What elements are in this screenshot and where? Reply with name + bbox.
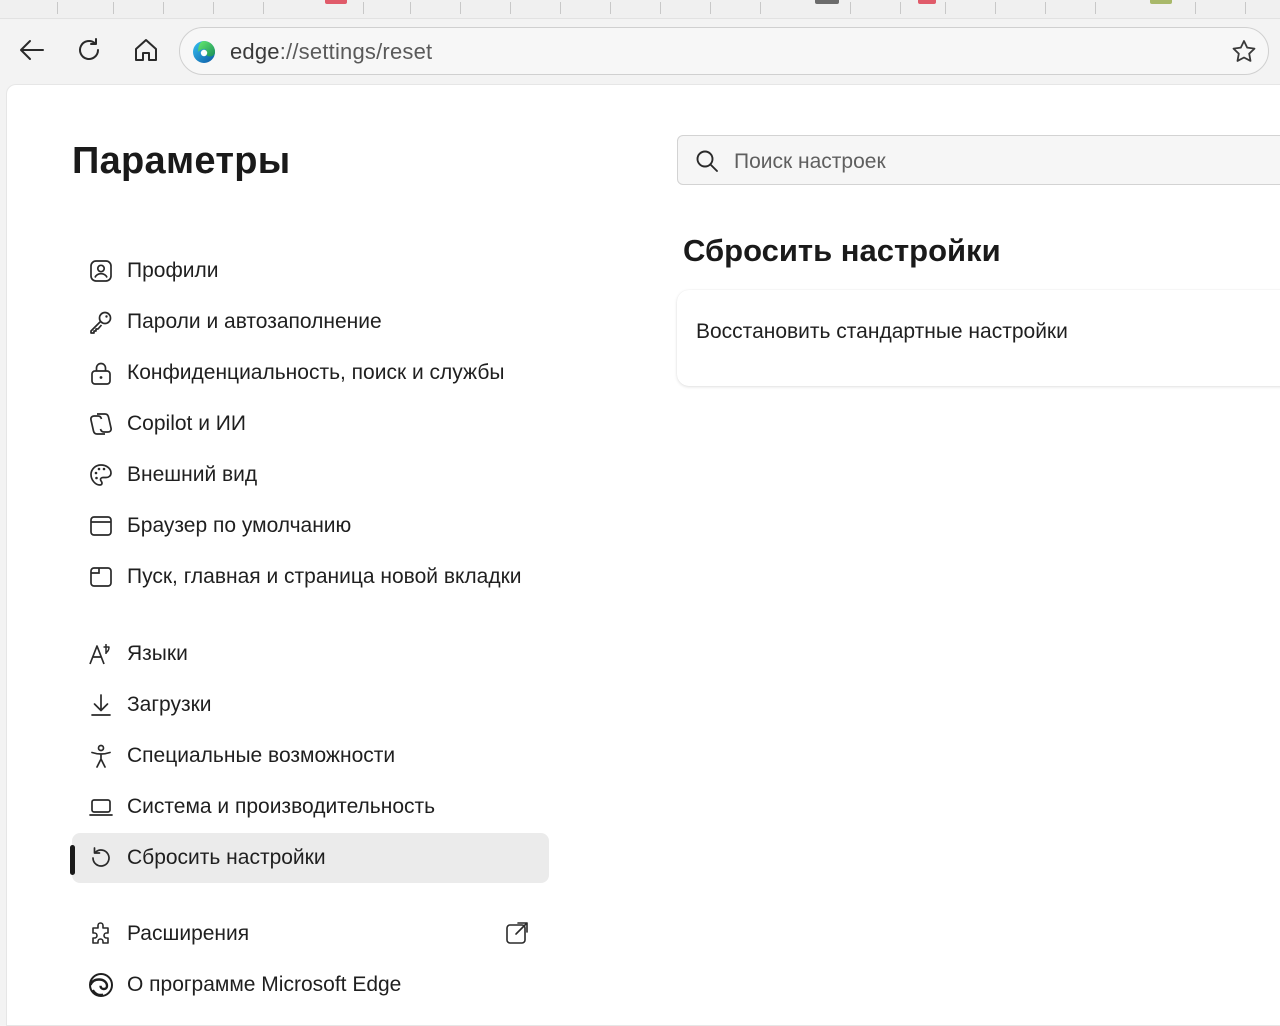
tab-divider	[213, 2, 214, 14]
sidebar-item-label: Расширения	[127, 922, 250, 945]
sidebar-item-label: Сбросить настройки	[127, 846, 326, 869]
tab-divider	[1195, 2, 1196, 14]
tab-divider	[1045, 2, 1046, 14]
sidebar-item-copilot[interactable]: Copilot и ИИ	[72, 399, 549, 449]
tab-divider	[900, 2, 901, 14]
sidebar-item-languages[interactable]: Языки	[72, 629, 549, 679]
url-text[interactable]: edge://settings/reset	[230, 40, 432, 64]
sidebar-item-label: Система и производительность	[127, 795, 436, 818]
tab-divider	[760, 2, 761, 14]
tab-divider	[710, 2, 711, 14]
browser-toolbar: edge://settings/reset	[0, 19, 1280, 84]
url-host: edge	[230, 39, 280, 64]
sidebar-item-label: Профили	[127, 259, 219, 282]
laptop-icon	[88, 794, 114, 820]
puzzle-icon	[88, 921, 114, 947]
tab-divider	[363, 2, 364, 14]
sidebar-item-start-page[interactable]: Пуск, главная и страница новой вкладки	[72, 552, 549, 602]
lock-icon	[88, 360, 114, 386]
restore-defaults-row[interactable]: Восстановить стандартные настройки	[696, 320, 1068, 344]
new-tab-icon	[88, 564, 114, 590]
tab-divider	[850, 2, 851, 14]
browser-window-icon	[88, 513, 114, 539]
palette-icon	[88, 462, 114, 488]
back-arrow-icon	[20, 40, 44, 60]
tab-divider	[113, 2, 114, 14]
address-bar[interactable]: edge://settings/reset	[179, 27, 1269, 75]
tab-divider	[660, 2, 661, 14]
sidebar-item-label: Языки	[127, 642, 188, 665]
tab-divider	[1095, 2, 1096, 14]
tab-divider	[163, 2, 164, 14]
tab-divider	[610, 2, 611, 14]
tab-divider	[263, 2, 264, 14]
settings-page: Параметры Профили Пароли и автозаполнени…	[6, 84, 1280, 1026]
sidebar-item-about[interactable]: О программе Microsoft Edge	[72, 960, 549, 1010]
sidebar-item-label: Специальные возможности	[127, 744, 396, 767]
sidebar-item-reset[interactable]: Сбросить настройки	[70, 833, 549, 883]
sidebar-item-profiles[interactable]: Профили	[72, 246, 549, 296]
sidebar-item-privacy[interactable]: Конфиденциальность, поиск и службы	[72, 348, 549, 398]
search-input[interactable]	[732, 146, 1256, 178]
reset-icon	[88, 845, 114, 871]
download-icon	[88, 692, 114, 718]
sidebar-item-label: Пароли и автозаполнение	[127, 310, 382, 333]
sidebar-item-system[interactable]: Система и производительность	[72, 782, 549, 832]
copilot-icon	[88, 411, 114, 437]
page-title: Параметры	[72, 140, 291, 182]
accessibility-icon	[88, 743, 114, 769]
sidebar-item-downloads[interactable]: Загрузки	[72, 680, 549, 730]
tab-favicon[interactable]	[918, 0, 936, 4]
reset-settings-card: Восстановить стандартные настройки	[677, 290, 1280, 386]
tab-favicon[interactable]	[815, 0, 839, 4]
sidebar-item-label: Браузер по умолчанию	[127, 514, 352, 537]
tab-strip	[0, 0, 1280, 19]
sidebar-item-accessibility[interactable]: Специальные возможности	[72, 731, 549, 781]
tab-divider	[1245, 2, 1246, 14]
back-button[interactable]	[15, 33, 49, 67]
tab-divider	[560, 2, 561, 14]
tab-divider	[460, 2, 461, 14]
tab-divider	[410, 2, 411, 14]
sidebar-item-label: Внешний вид	[127, 463, 258, 486]
url-path: ://settings/reset	[279, 39, 433, 64]
tab-divider	[995, 2, 996, 14]
sidebar-item-label: Загрузки	[127, 693, 212, 716]
selected-indicator	[70, 845, 75, 875]
sidebar-item-passwords[interactable]: Пароли и автозаполнение	[72, 297, 549, 347]
sidebar-item-label: О программе Microsoft Edge	[127, 973, 402, 996]
sidebar-item-label: Пуск, главная и страница новой вкладки	[127, 565, 522, 588]
sidebar-item-default-browser[interactable]: Браузер по умолчанию	[72, 501, 549, 551]
sidebar-item-extensions[interactable]: Расширения	[72, 909, 549, 959]
key-icon	[88, 309, 114, 335]
sidebar-item-appearance[interactable]: Внешний вид	[72, 450, 549, 500]
edge-logo-icon	[88, 972, 114, 998]
tab-divider	[945, 2, 946, 14]
home-button[interactable]	[129, 33, 163, 67]
section-title: Сбросить настройки	[683, 233, 1001, 268]
tab-favicon[interactable]	[325, 0, 347, 4]
external-link-icon	[506, 922, 528, 944]
edge-favicon-icon	[193, 41, 215, 63]
tab-divider	[510, 2, 511, 14]
tab-favicon[interactable]	[1150, 0, 1172, 4]
refresh-button[interactable]	[72, 33, 106, 67]
profile-icon	[88, 258, 114, 284]
refresh-icon	[79, 38, 99, 60]
settings-search[interactable]	[677, 135, 1280, 185]
home-icon	[135, 39, 157, 61]
favorite-star-icon[interactable]	[1230, 38, 1258, 66]
sidebar-item-label: Copilot и ИИ	[127, 412, 246, 435]
sidebar-item-label: Конфиденциальность, поиск и службы	[127, 361, 505, 384]
language-icon	[88, 641, 114, 667]
search-icon	[696, 150, 718, 172]
tab-divider	[57, 2, 58, 14]
